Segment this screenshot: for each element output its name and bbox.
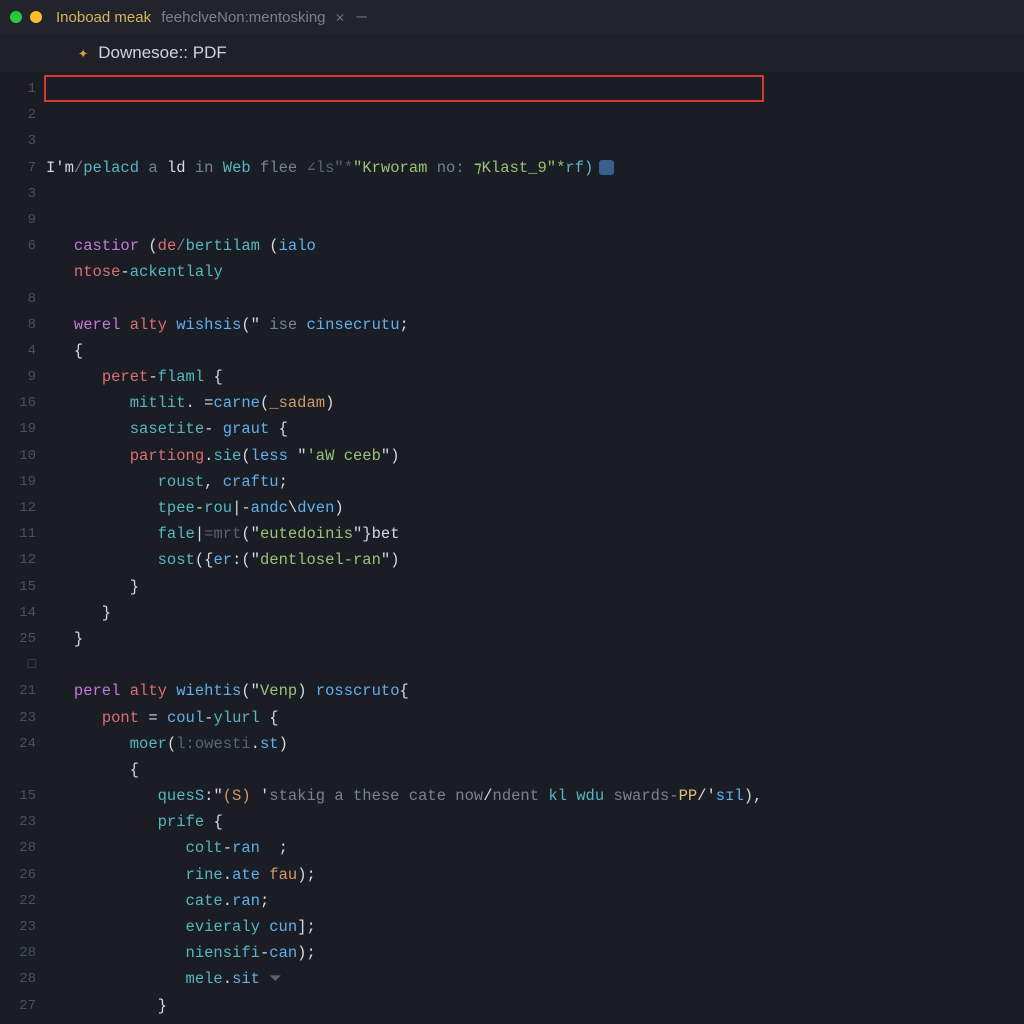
line-number: 23: [0, 809, 46, 835]
code-line[interactable]: castior (de/bertilam (ialo: [46, 233, 1024, 259]
line-number: 11: [0, 521, 46, 547]
code-line[interactable]: roust, craftu;: [46, 469, 1024, 495]
line-number: 23: [0, 705, 46, 731]
line-number: 3: [0, 181, 46, 207]
line-number: 15: [0, 783, 46, 809]
code-line[interactable]: prife {: [46, 809, 1024, 835]
code-line[interactable]: peret-flaml {: [46, 364, 1024, 390]
code-line[interactable]: [46, 181, 1024, 207]
code-line[interactable]: [46, 207, 1024, 233]
new-tab-icon[interactable]: ✦: [78, 43, 88, 64]
close-icon[interactable]: ✕: [336, 8, 345, 27]
code-line[interactable]: partiong.sie(less "'aW ceeb"): [46, 443, 1024, 469]
tab-bar: ✦ Downesoe:: PDF: [0, 34, 1024, 72]
line-number: 9: [0, 207, 46, 233]
code-line[interactable]: [46, 652, 1024, 678]
line-number: 28: [0, 940, 46, 966]
code-line[interactable]: tpee-rou|-andc\dven): [46, 495, 1024, 521]
line-number: 25: [0, 626, 46, 652]
code-content[interactable]: I'm/pelacd a ld in Web flee ∠ls"*"Krwora…: [46, 72, 1024, 1024]
line-number: [0, 259, 46, 285]
code-line[interactable]: ntose-ackentlaly: [46, 259, 1024, 285]
line-number: 8: [0, 286, 46, 312]
code-line[interactable]: {: [46, 338, 1024, 364]
line-number: 16: [0, 390, 46, 416]
line-number: [0, 757, 46, 783]
code-line[interactable]: rine.ate fau);: [46, 862, 1024, 888]
code-line[interactable]: cate.ran;: [46, 888, 1024, 914]
line-number: 6: [0, 233, 46, 259]
code-line[interactable]: sost({er:("dentlosel-ran"): [46, 547, 1024, 573]
line-number: 8: [0, 312, 46, 338]
line-number: 28: [0, 966, 46, 992]
line-number: 15: [0, 574, 46, 600]
line-number: 3: [0, 128, 46, 154]
code-line[interactable]: werel alty wishsis(" ise cinsecrutu;: [46, 312, 1024, 338]
window-title: Inoboad meak feehclveNon:mentosking: [56, 9, 326, 26]
line-number: 7: [0, 155, 46, 181]
line-number: 4: [0, 338, 46, 364]
code-line[interactable]: I'm/pelacd a ld in Web flee ∠ls"*"Krwora…: [46, 155, 1024, 181]
code-line[interactable]: mele.sit ⏷: [46, 966, 1024, 992]
code-line[interactable]: colt-ran ;: [46, 835, 1024, 861]
traffic-light-orange[interactable]: [30, 11, 42, 23]
code-line[interactable]: moer(l:owesti.st): [46, 731, 1024, 757]
line-number: □: [0, 652, 46, 678]
highlight-box: [44, 75, 764, 102]
line-number: 23: [0, 914, 46, 940]
code-line[interactable]: quesS:"(S) 'stakig a these cate now/nden…: [46, 783, 1024, 809]
code-line[interactable]: niensifi-can);: [46, 940, 1024, 966]
line-number: 26: [0, 862, 46, 888]
code-line[interactable]: {: [46, 757, 1024, 783]
line-number: 10: [0, 443, 46, 469]
editor-area: 1237396884916191019121112151425□21232415…: [0, 72, 1024, 1024]
code-line[interactable]: perel alty wiehtis("Venp) rosscruto{: [46, 678, 1024, 704]
line-number: 9: [0, 364, 46, 390]
window-controls: [10, 11, 42, 23]
line-number: 19: [0, 469, 46, 495]
editor-window: Inoboad meak feehclveNon:mentosking ✕ — …: [0, 0, 1024, 1024]
line-number: 14: [0, 600, 46, 626]
code-line[interactable]: pont = coul-ylurl {: [46, 705, 1024, 731]
line-number: 12: [0, 495, 46, 521]
traffic-light-green[interactable]: [10, 11, 22, 23]
code-line[interactable]: }: [46, 600, 1024, 626]
line-number: 21: [0, 678, 46, 704]
code-line[interactable]: }: [46, 626, 1024, 652]
minimize-icon[interactable]: —: [357, 8, 367, 27]
code-line[interactable]: evieraly cun];: [46, 914, 1024, 940]
code-line[interactable]: sasetite- graut {: [46, 416, 1024, 442]
title-primary: Inoboad meak: [56, 9, 151, 26]
line-number: 28: [0, 1019, 46, 1024]
line-number: 12: [0, 547, 46, 573]
line-number: 19: [0, 416, 46, 442]
inline-badge-icon[interactable]: [599, 160, 614, 175]
titlebar: Inoboad meak feehclveNon:mentosking ✕ —: [0, 0, 1024, 34]
code-line[interactable]: }: [46, 574, 1024, 600]
code-line[interactable]: fale|=mrt("eutedoinis"}bet: [46, 521, 1024, 547]
line-number: 22: [0, 888, 46, 914]
code-line[interactable]: }: [46, 1019, 1024, 1024]
line-number: 1: [0, 76, 46, 102]
line-number: 2: [0, 102, 46, 128]
code-line[interactable]: [46, 286, 1024, 312]
code-line[interactable]: mitlit. =carne(_sadam): [46, 390, 1024, 416]
line-number: 27: [0, 993, 46, 1019]
code-line[interactable]: }: [46, 993, 1024, 1019]
active-tab-label[interactable]: Downesoe:: PDF: [98, 43, 227, 63]
line-number: 28: [0, 835, 46, 861]
title-secondary: feehclveNon:mentosking: [161, 9, 325, 26]
line-number-gutter: 1237396884916191019121112151425□21232415…: [0, 72, 46, 1024]
line-number: 24: [0, 731, 46, 757]
